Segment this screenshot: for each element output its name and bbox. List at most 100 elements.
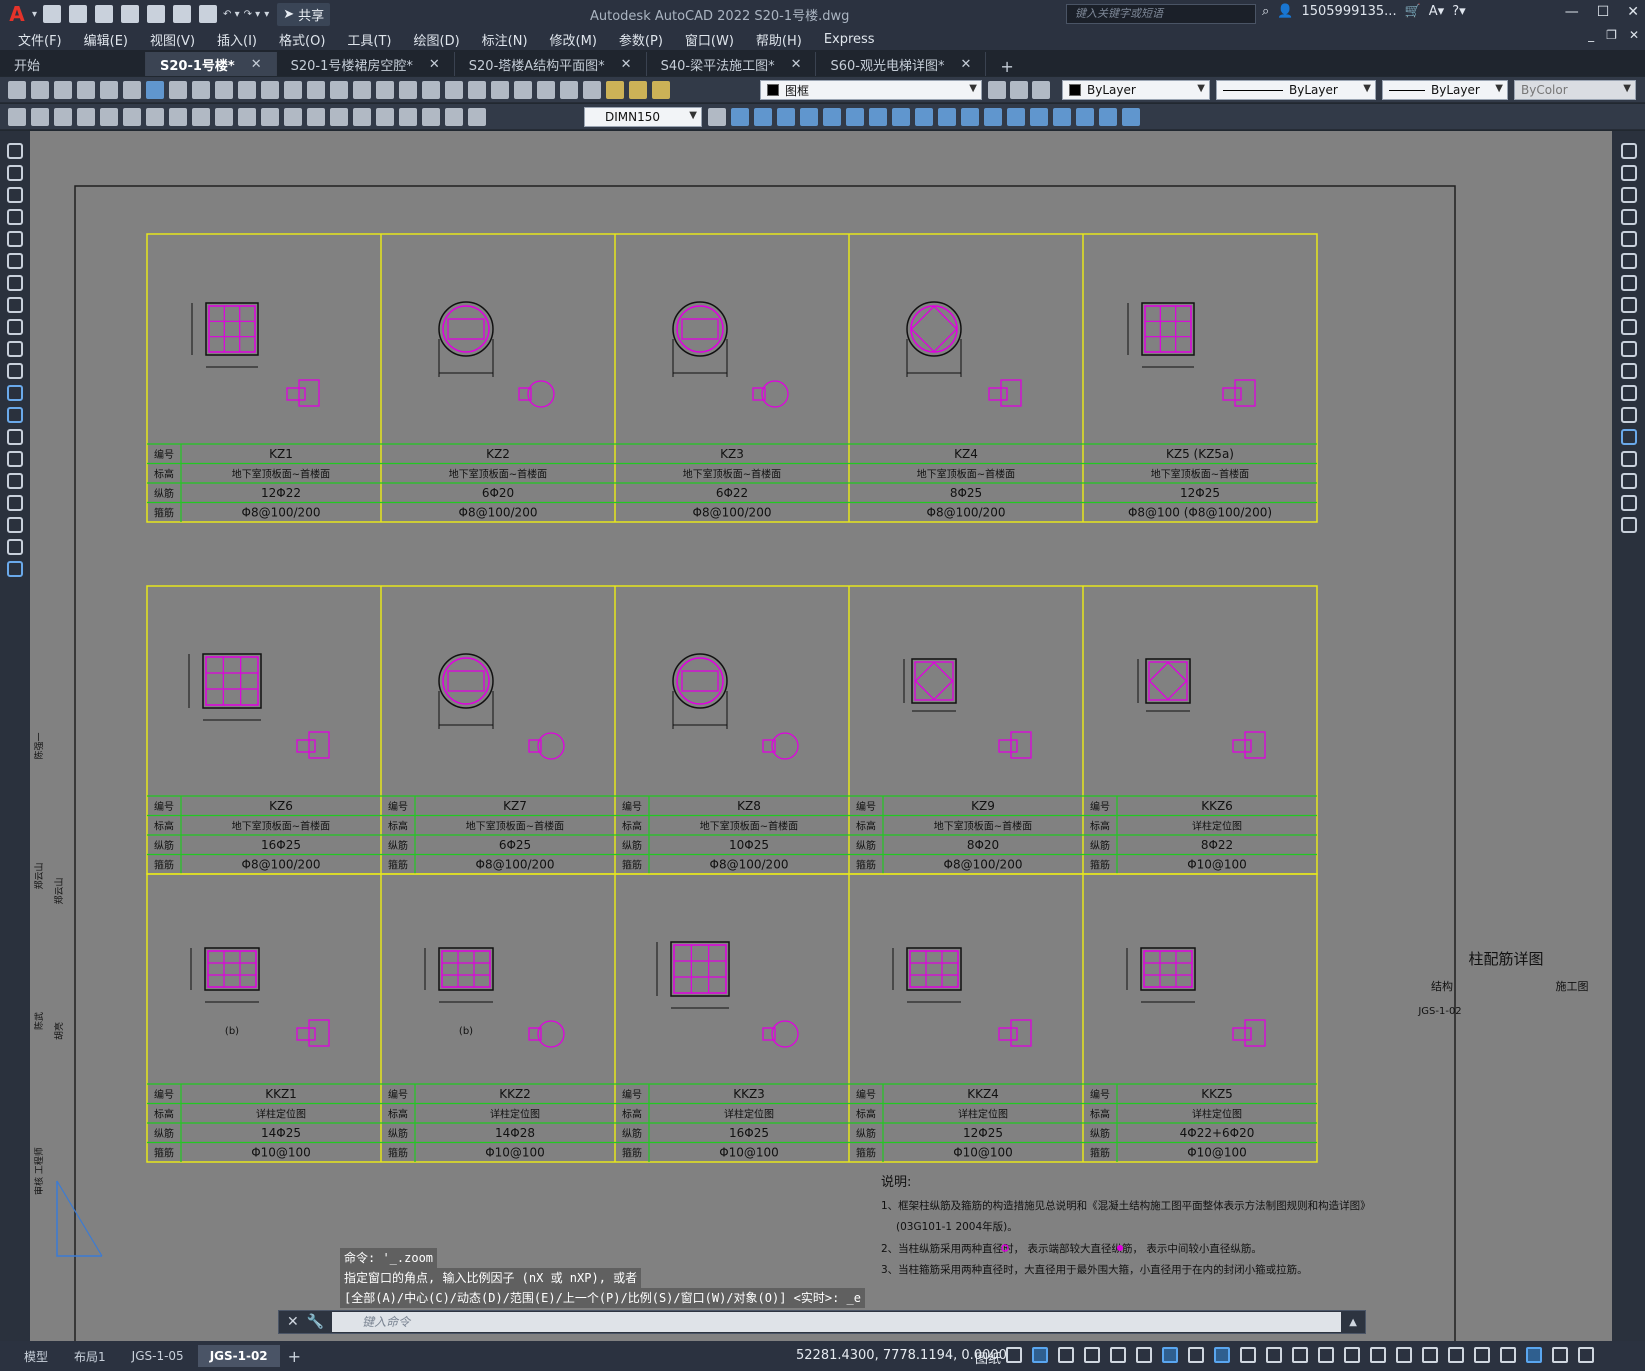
file-tab[interactable]: S20-1号楼裙房空腔* ✕ [277, 52, 455, 76]
separate-icon[interactable] [1030, 108, 1048, 126]
app-menu-arrow-icon[interactable]: ▾ [32, 9, 37, 20]
redo-tool-icon[interactable] [307, 81, 325, 99]
maximize-icon[interactable]: ☐ [1597, 4, 1610, 20]
stretch-icon[interactable] [1620, 319, 1637, 335]
units-icon[interactable] [1422, 1347, 1438, 1363]
break-at-point-icon[interactable] [1620, 385, 1637, 401]
print-icon[interactable] [77, 81, 95, 99]
circle-icon[interactable] [7, 275, 23, 291]
menu-item[interactable]: 参数(P) [619, 30, 663, 49]
user-name[interactable]: 1505999135... [1301, 4, 1396, 19]
transparency-icon[interactable] [1214, 1347, 1230, 1363]
erase-icon[interactable] [1620, 143, 1637, 159]
wedge-icon[interactable] [1122, 108, 1140, 126]
revision-cloud-icon[interactable] [7, 297, 23, 313]
open-icon[interactable] [69, 5, 88, 23]
extend-icon[interactable] [1620, 363, 1637, 379]
customize-arrow-icon[interactable]: ▾ [264, 9, 269, 20]
dim-angular-icon[interactable] [192, 108, 210, 126]
cut-icon[interactable] [169, 81, 187, 99]
clean-icon[interactable] [1007, 108, 1025, 126]
file-tab[interactable]: S20-1号楼* ✕ [146, 52, 277, 76]
inspection-icon[interactable] [376, 108, 394, 126]
pan-icon[interactable] [330, 81, 348, 99]
center-mark-icon[interactable] [353, 108, 371, 126]
plot-icon[interactable] [199, 5, 218, 23]
new-tab-icon[interactable]: + [986, 57, 1027, 76]
open-file-icon[interactable] [31, 81, 49, 99]
zoom-realtime-icon[interactable] [353, 81, 371, 99]
workspace-gear-icon[interactable] [1370, 1347, 1386, 1363]
insert-block-icon[interactable] [7, 385, 23, 401]
zoom-window-icon[interactable] [376, 81, 394, 99]
menu-item[interactable]: 标注(N) [482, 30, 528, 49]
break-icon[interactable] [1620, 407, 1637, 423]
arc-icon[interactable] [7, 253, 23, 269]
calculator-icon[interactable] [537, 81, 555, 99]
match-prop-icon[interactable] [238, 81, 256, 99]
dim-text-edit-icon[interactable] [445, 108, 463, 126]
dim-linear-icon[interactable] [31, 108, 49, 126]
dim-style-icon[interactable] [708, 108, 726, 126]
polar-tracking-icon[interactable] [1084, 1347, 1100, 1363]
delete-faces-icon[interactable] [869, 108, 887, 126]
menu-item[interactable]: 绘图(D) [414, 30, 460, 49]
search-icon[interactable]: ⌕ [1262, 4, 1269, 19]
save-web-icon[interactable] [173, 5, 192, 23]
layout-tab[interactable]: JGS-1-05 [120, 1345, 196, 1367]
paper-space-toggle[interactable]: 图纸 [975, 1348, 1001, 1367]
save-as-icon[interactable] [121, 5, 140, 23]
add-selected-icon[interactable] [7, 561, 23, 577]
color-faces-icon[interactable] [961, 108, 979, 126]
layout-tab[interactable]: 布局1 [62, 1345, 118, 1367]
menu-item[interactable]: Express [824, 32, 875, 47]
jogged-linear-icon[interactable] [399, 108, 417, 126]
markup-icon[interactable] [514, 81, 532, 99]
close-tab-icon[interactable]: ✕ [960, 57, 971, 72]
quick-properties-icon[interactable] [1448, 1347, 1464, 1363]
point-icon[interactable] [7, 429, 23, 445]
layer-dropdown[interactable]: 图框 ▼ [760, 80, 982, 100]
dim-edit-icon[interactable] [422, 108, 440, 126]
close-icon[interactable]: ✕ [1627, 4, 1639, 20]
blend-curves-icon[interactable] [1620, 495, 1637, 511]
array-icon[interactable] [1620, 231, 1637, 247]
menu-item[interactable]: 工具(T) [347, 30, 391, 49]
subtract-icon[interactable] [754, 108, 772, 126]
customize-wrench-icon[interactable]: 🔧 [307, 1314, 324, 1330]
copy-icon[interactable] [192, 81, 210, 99]
shell-icon[interactable] [1053, 108, 1071, 126]
annotation-monitor-icon[interactable] [1396, 1347, 1412, 1363]
polyline-icon[interactable] [7, 187, 23, 203]
file-tab[interactable]: 开始 [0, 52, 146, 76]
dim-ordinate-icon[interactable] [100, 108, 118, 126]
isolate-objects-icon[interactable] [1500, 1347, 1516, 1363]
qnew-icon[interactable] [8, 81, 26, 99]
drawing-sheet[interactable]: 编号 KZ1标高 地下室顶板面~首楼面纵筋 12Φ22箍筋 Φ8@100/200KZ2地… [30, 131, 1612, 1341]
union-icon[interactable] [731, 108, 749, 126]
plotstyle-dropdown[interactable]: ByColor ▼ [1514, 80, 1636, 100]
cart-icon[interactable]: 🛒 [1405, 4, 1421, 19]
hatch-icon[interactable] [7, 451, 23, 467]
extrude-faces-icon[interactable] [800, 108, 818, 126]
multiline-text-icon[interactable] [7, 539, 23, 555]
doc-restore-icon[interactable]: ❐ [1606, 28, 1617, 42]
close-tab-icon[interactable]: ✕ [251, 57, 262, 72]
make-block-icon[interactable] [7, 407, 23, 423]
menu-item[interactable]: 窗口(W) [685, 30, 734, 49]
close-tab-icon[interactable]: ✕ [621, 57, 632, 72]
paste-icon[interactable] [215, 81, 233, 99]
design-center-icon[interactable] [445, 81, 463, 99]
search-input[interactable]: 键入关键字或短语 [1066, 4, 1256, 24]
undo-icon[interactable]: ↶ ▾ [223, 9, 240, 20]
mirror-icon[interactable] [1620, 187, 1637, 203]
close-tab-icon[interactable]: ✕ [791, 57, 802, 72]
layer-on-icon[interactable] [606, 81, 624, 99]
layer-lock-icon[interactable] [652, 81, 670, 99]
grid-display-icon[interactable] [1032, 1347, 1048, 1363]
zoom-previous-icon[interactable] [399, 81, 417, 99]
spline-icon[interactable] [7, 319, 23, 335]
annotation-scale-icon[interactable] [1344, 1347, 1360, 1363]
customization-menu-icon[interactable] [1578, 1347, 1594, 1363]
explode-icon[interactable] [1620, 517, 1637, 533]
